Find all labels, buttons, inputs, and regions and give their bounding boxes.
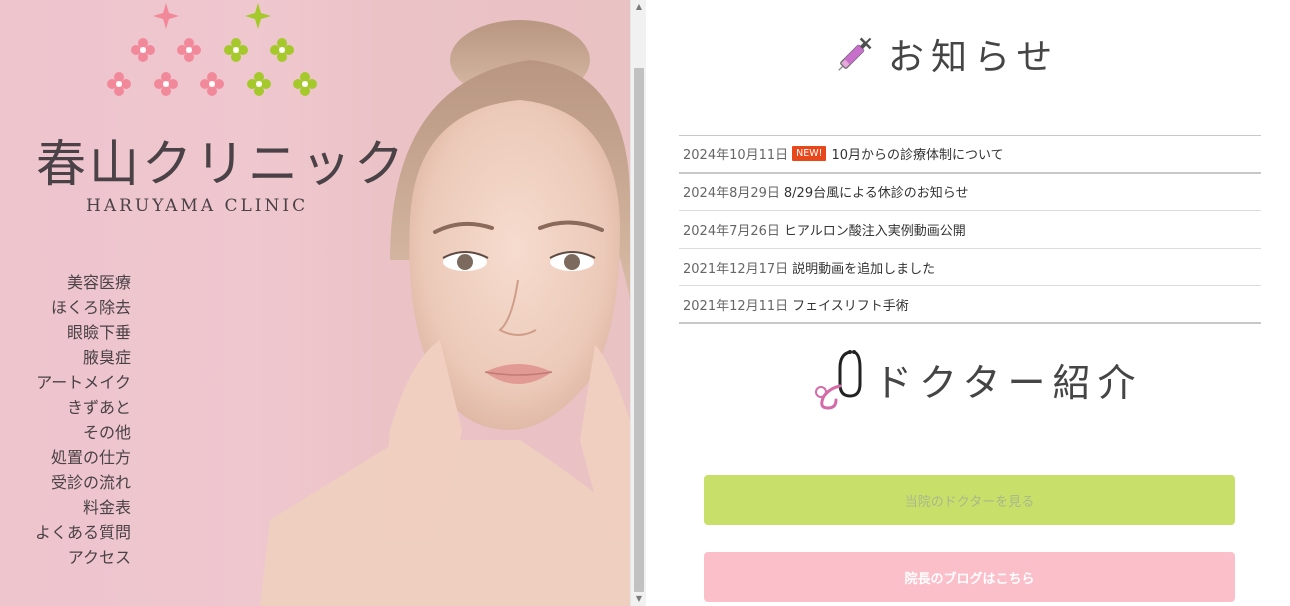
scroll-up-arrow-icon[interactable]: ▲ <box>631 0 647 14</box>
news-item[interactable]: 2024年8月29日 8/29台風による休診のお知らせ <box>679 174 1261 212</box>
nav-item-ptosis[interactable]: 眼瞼下垂 <box>0 320 131 345</box>
director-blog-button[interactable]: 院長のブログはこちら <box>704 552 1235 602</box>
nav-item-mole-removal[interactable]: ほくろ除去 <box>0 295 131 320</box>
news-date: 2024年7月26日 <box>683 223 780 239</box>
view-doctors-button[interactable]: 当院のドクターを見る <box>704 475 1235 525</box>
nav-item-other[interactable]: その他 <box>0 420 131 445</box>
stethoscope-icon <box>815 350 862 410</box>
doctor-heading: ドクター紹介 <box>810 348 1142 410</box>
left-pane-scrollbar[interactable]: ▲ ▼ <box>630 0 646 606</box>
news-date: 2021年12月17日 <box>683 261 789 277</box>
main-nav: 美容医療 ほくろ除去 眼瞼下垂 腋臭症 アートメイク きずあと その他 処置の仕… <box>0 270 131 570</box>
new-badge: NEW! <box>792 146 827 162</box>
clinic-name-jp: 春山クリニック <box>36 135 407 193</box>
news-title[interactable]: フェイスリフト手術 <box>792 295 909 314</box>
news-title[interactable]: 8/29台風による休診のお知らせ <box>784 182 969 201</box>
news-title[interactable]: ヒアルロン酸注入実例動画公開 <box>784 220 966 239</box>
scroll-thumb[interactable] <box>634 68 644 592</box>
nav-item-cosmetic[interactable]: 美容医療 <box>0 270 131 295</box>
news-heading: お知らせ <box>832 28 1059 80</box>
nav-item-treatment-method[interactable]: 処置の仕方 <box>0 445 131 470</box>
nav-item-access[interactable]: アクセス <box>0 545 131 570</box>
news-item[interactable]: 2024年10月11日 NEW! 10月からの診療体制について <box>679 136 1261 174</box>
doctor-heading-text: ドクター紹介 <box>874 360 1143 405</box>
content-pane: お知らせ 2024年10月11日 NEW! 10月からの診療体制について 202… <box>646 0 1290 606</box>
news-title[interactable]: 説明動画を追加しました <box>792 258 935 277</box>
news-date: 2021年12月11日 <box>683 298 789 314</box>
news-list: 2024年10月11日 NEW! 10月からの診療体制について 2024年8月2… <box>679 135 1261 324</box>
nav-item-faq[interactable]: よくある質問 <box>0 520 131 545</box>
nav-item-osmidrosis[interactable]: 腋臭症 <box>0 345 131 370</box>
nav-item-scars[interactable]: きずあと <box>0 395 131 420</box>
news-title[interactable]: 10月からの診療体制について <box>831 144 1003 163</box>
news-date: 2024年8月29日 <box>683 186 780 202</box>
syringe-icon <box>838 37 872 71</box>
news-date: 2024年10月11日 <box>683 148 789 164</box>
clinic-name-en: HARUYAMA CLINIC <box>86 196 309 216</box>
news-heading-text: お知らせ <box>888 37 1060 78</box>
news-item[interactable]: 2021年12月17日 説明動画を追加しました <box>679 249 1261 287</box>
scroll-down-arrow-icon[interactable]: ▼ <box>631 592 647 606</box>
news-item[interactable]: 2024年7月26日 ヒアルロン酸注入実例動画公開 <box>679 211 1261 249</box>
nav-item-art-makeup[interactable]: アートメイク <box>0 370 131 395</box>
nav-item-pricing[interactable]: 料金表 <box>0 495 131 520</box>
nav-item-visit-flow[interactable]: 受診の流れ <box>0 470 131 495</box>
news-item[interactable]: 2021年12月11日 フェイスリフト手術 <box>679 286 1261 324</box>
hero-panel: 春山クリニック HARUYAMA CLINIC 美容医療 ほくろ除去 眼瞼下垂 … <box>0 0 630 606</box>
